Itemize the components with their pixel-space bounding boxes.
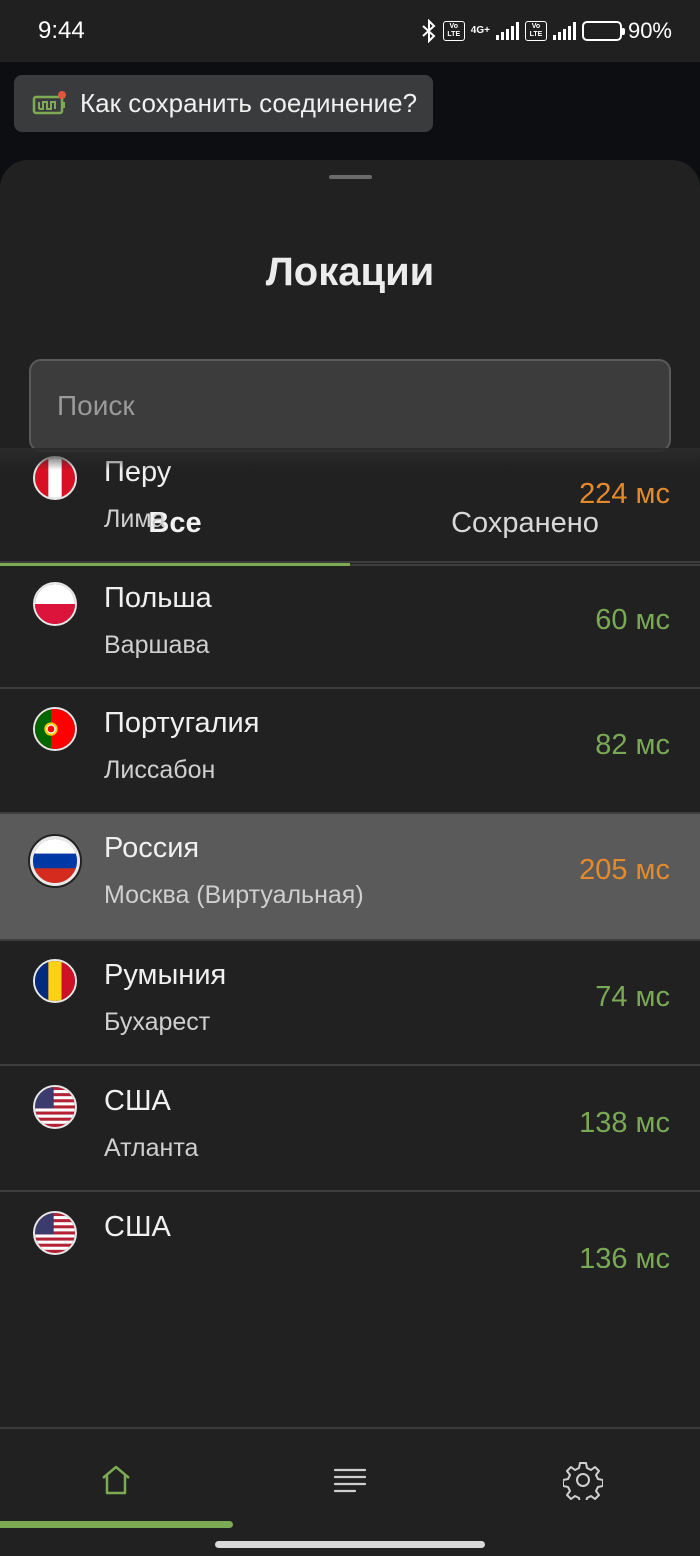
country-name: Португалия — [104, 707, 260, 739]
location-row-selected[interactable]: Россия Москва (Виртуальная) 205 мс — [0, 814, 700, 941]
home-icon — [102, 1465, 130, 1495]
ping-value: 136 мс — [579, 1243, 670, 1268]
poland-flag-icon — [33, 582, 77, 626]
city-name: Москва (Виртуальная) — [104, 881, 364, 909]
network-type-icon: 4G+ — [471, 26, 490, 36]
bottom-navigation — [0, 1427, 700, 1556]
location-row[interactable]: Польша Варшава 60 мс — [0, 564, 700, 689]
volte-icon-2: Vo LTE — [524, 21, 547, 41]
sheet-drag-handle[interactable] — [329, 175, 372, 179]
connection-tip-button[interactable]: Как сохранить соединение? — [14, 75, 434, 132]
usa-flag-icon — [33, 1211, 77, 1255]
russia-flag-icon — [30, 836, 80, 886]
ping-value: 138 мс — [579, 1107, 670, 1139]
volte-icon: Vo LTE — [442, 21, 465, 41]
country-name: Россия — [104, 832, 200, 864]
country-name: США — [104, 1085, 171, 1117]
country-name: Польша — [104, 582, 212, 614]
signal-icon — [495, 22, 519, 40]
bluetooth-icon — [422, 19, 436, 43]
nav-home-button[interactable] — [93, 1457, 139, 1503]
usa-flag-icon — [33, 1085, 77, 1129]
country-name: Румыния — [104, 959, 227, 991]
ping-value: 82 мс — [595, 729, 670, 761]
location-row[interactable]: США Атланта 138 мс — [0, 1067, 700, 1192]
portugal-flag-icon — [33, 707, 77, 751]
city-name: Бухарест — [104, 1008, 211, 1036]
country-name: США — [104, 1211, 171, 1243]
tip-label: Как сохранить соединение? — [80, 88, 418, 118]
nav-settings-button[interactable] — [560, 1457, 606, 1503]
ping-value: 224 мс — [579, 478, 670, 510]
city-name: Атланта — [104, 1134, 199, 1162]
status-bar: 9:44 Vo LTE 4G+ Vo LTE 90% — [0, 0, 700, 62]
network-type-label: 4G+ — [470, 25, 490, 36]
battery-saver-icon — [32, 90, 66, 114]
battery-icon — [581, 21, 625, 41]
active-tab-indicator — [0, 1521, 233, 1528]
locations-list[interactable]: Перу Лима 224 мс Польша Варшава 60 мс По… — [0, 448, 700, 1268]
city-name: Лима — [104, 505, 166, 533]
list-top-shadow — [0, 448, 700, 470]
list-icon — [333, 1468, 367, 1493]
battery-percent: 90% — [627, 18, 672, 43]
gear-icon — [563, 1462, 603, 1500]
location-row[interactable]: США 136 мс — [0, 1193, 700, 1268]
page-title: Локации — [265, 250, 435, 294]
ping-value: 60 мс — [595, 604, 670, 636]
romania-flag-icon — [33, 959, 77, 1003]
city-name: Варшава — [104, 631, 210, 659]
ping-value: 74 мс — [595, 981, 670, 1013]
search-input[interactable] — [29, 359, 671, 452]
ping-value: 205 мс — [579, 854, 670, 886]
location-row[interactable]: Румыния Бухарест 74 мс — [0, 941, 700, 1066]
city-name: Лиссабон — [104, 756, 216, 784]
location-row[interactable]: Португалия Лиссабон 82 мс — [0, 689, 700, 814]
nav-list-button[interactable] — [327, 1457, 373, 1503]
status-icons: Vo LTE 4G+ Vo LTE 90% — [421, 18, 672, 44]
signal-icon-2 — [552, 22, 576, 40]
status-time: 9:44 — [38, 17, 85, 44]
system-home-bar[interactable] — [215, 1541, 485, 1548]
